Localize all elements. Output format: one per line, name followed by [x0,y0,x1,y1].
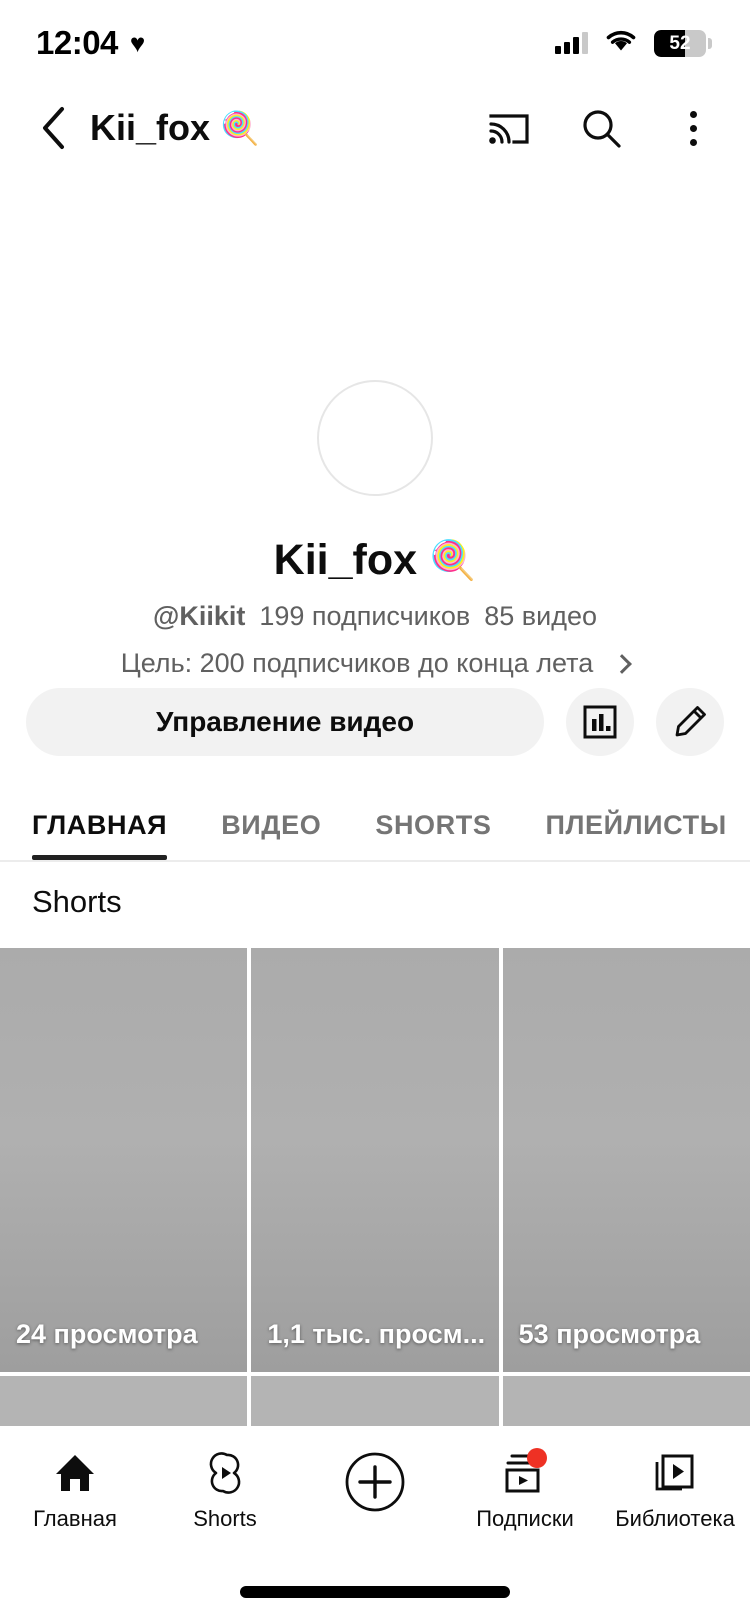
battery-icon: 52 [654,29,712,57]
nav-label: Главная [33,1506,117,1531]
shorts-icon [203,1450,247,1496]
wifi-icon [604,28,638,58]
channel-meta: @Kiikit 199 подписчиков 85 видео [0,601,750,632]
shorts-item[interactable]: 24 просмотра [0,948,248,1372]
cast-icon [489,114,529,144]
nav-item-subscriptions[interactable]: Подписки [450,1448,600,1532]
pencil-edit-icon [675,706,706,737]
chevron-right-icon [612,653,633,674]
shorts-item[interactable] [0,1376,248,1426]
nav-item-home[interactable]: Главная [0,1450,150,1532]
tab-label: SHORTS [375,809,492,840]
nav-item-create[interactable] [300,1450,450,1524]
channel-handle[interactable]: @Kiikit [153,601,245,632]
youtube-channel-screen: 12:04 ♥ 52 Kii_fox 🍭 Kii_fox 🍭 @Kiikit 1… [0,0,750,1624]
search-button[interactable] [578,105,624,151]
home-indicator[interactable] [240,1586,510,1598]
shorts-item[interactable] [251,1376,499,1426]
search-icon [583,110,621,148]
nav-label: Shorts [193,1506,257,1531]
shorts-item[interactable]: 1,1 тыс. просм... [251,948,499,1372]
shorts-grid: 24 просмотра 1,1 тыс. просм... 53 просмо… [0,948,750,1426]
tab-label: ВИДЕО [221,809,322,840]
tab-label: ГЛАВНАЯ [32,809,168,840]
avatar[interactable] [317,380,433,496]
channel-name: Kii_fox 🍭 [0,536,750,585]
status-bar-left: 12:04 ♥ [36,24,145,62]
tab-label: ПЛЕЙЛИСТЫ [545,809,727,840]
analytics-bar-chart-icon [583,705,617,739]
status-time: 12:04 [36,24,118,61]
status-bar: 12:04 ♥ 52 [0,0,750,86]
action-row: Управление видео [0,688,750,756]
lollipop-icon: 🍭 [429,539,477,582]
video-count: 85 видео [484,601,597,631]
analytics-button[interactable] [566,688,634,756]
nav-label: Подписки [476,1506,574,1531]
nav-item-library[interactable]: Библиотека [600,1450,750,1532]
notification-badge [527,1448,547,1468]
tab-video[interactable]: ВИДЕО [194,790,348,860]
edit-profile-button[interactable] [656,688,724,756]
channel-tabs: ГЛАВНАЯ ВИДЕО SHORTS ПЛЕЙЛИСТЫ [0,790,750,862]
tab-playlists[interactable]: ПЛЕЙЛИСТЫ [518,790,750,860]
more-vertical-icon [689,110,697,146]
header-actions [486,105,716,151]
view-count: 24 просмотра [16,1319,198,1349]
home-icon [53,1450,97,1496]
channel-goal-text: Цель: 200 подписчиков до конца лета [120,648,594,678]
cast-button[interactable] [486,105,532,151]
nav-label: Библиотека [615,1506,735,1531]
shorts-section-title: Shorts [32,884,122,919]
channel-name-text: Kii_fox [273,536,418,584]
subscriptions-icon [501,1448,549,1496]
nav-item-shorts[interactable]: Shorts [150,1450,300,1532]
shorts-item[interactable] [502,1376,750,1426]
tab-glavnaya[interactable]: ГЛАВНАЯ [32,790,194,860]
heart-icon: ♥ [129,28,146,58]
create-plus-icon [344,1450,406,1514]
app-header: Kii_fox 🍭 [0,90,750,166]
channel-goal[interactable]: Цель: 200 подписчиков до конца лета [0,648,750,679]
bottom-navigation: Главная Shorts Подписки Библиотека [0,1438,750,1556]
library-icon [652,1450,698,1496]
tab-shorts[interactable]: SHORTS [348,790,518,860]
lollipop-icon: 🍭 [220,110,260,146]
back-button[interactable] [26,100,82,156]
subscriber-count: 199 подписчиков [259,601,471,631]
view-count: 53 просмотра [518,1319,701,1349]
more-options-button[interactable] [670,105,716,151]
shorts-item[interactable]: 53 просмотра [502,948,750,1372]
status-bar-right: 52 [555,28,712,58]
view-count: 1,1 тыс. просм... [267,1319,486,1349]
profile-section: Kii_fox 🍭 @Kiikit 199 подписчиков 85 вид… [0,380,750,679]
back-chevron-icon [43,107,64,149]
header-title-text: Kii_fox [90,107,211,148]
cellular-signal-icon [555,32,588,54]
battery-level: 52 [669,32,691,54]
header-title: Kii_fox 🍭 [90,107,486,149]
manage-videos-button[interactable]: Управление видео [26,688,544,756]
